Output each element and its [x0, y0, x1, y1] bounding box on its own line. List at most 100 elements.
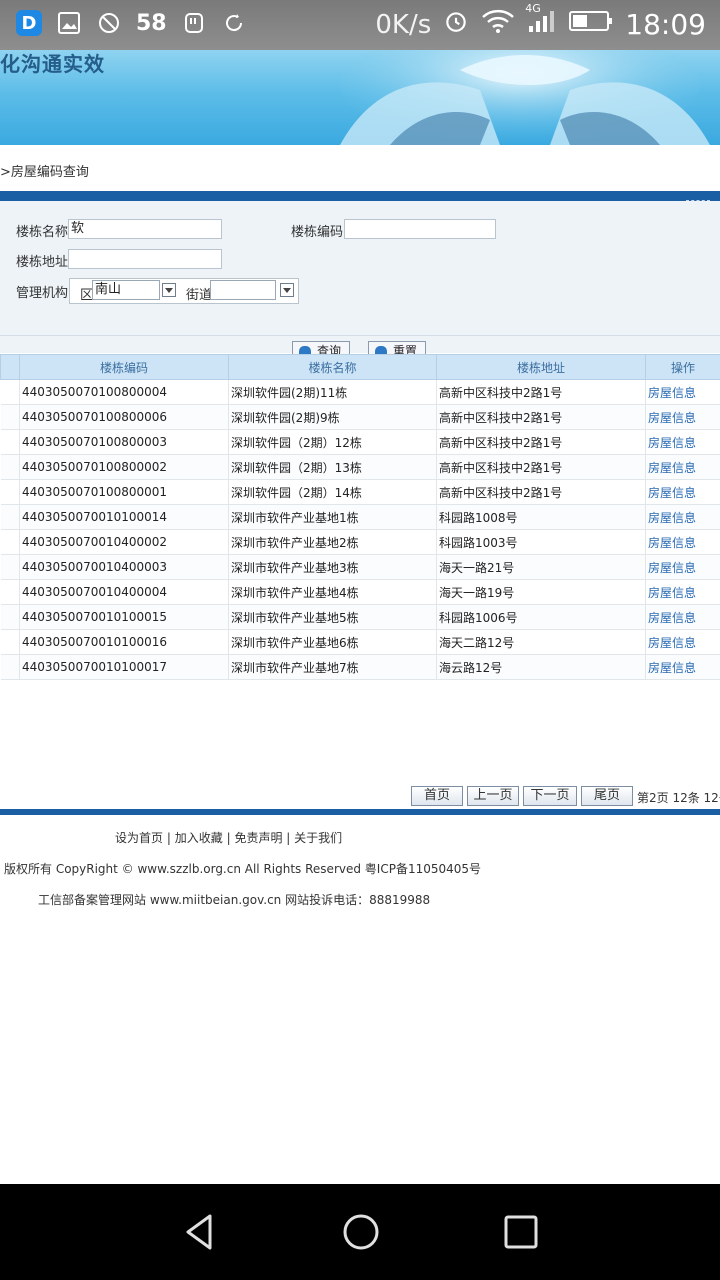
home-icon[interactable] — [337, 1208, 385, 1256]
table-row: 4403050070100800006 深圳软件园(2期)9栋 高新中区科技中2路1… — [0, 404, 720, 430]
bookmark-link[interactable]: 加入收藏 — [175, 831, 223, 845]
table-header-row: 楼栋编码 楼栋名称 楼栋地址 操作 — [0, 354, 720, 380]
icp-text: 工信部备案管理网站 www.miitbeian.gov.cn 网站投诉电话：88… — [38, 893, 431, 907]
results-table: 楼栋编码 楼栋名称 楼栋地址 操作 4403050070100800004 深圳软… — [0, 354, 720, 680]
building-name: 深圳市软件产业基地7栋 — [228, 654, 437, 680]
footer-separator: | — [226, 831, 231, 845]
building-name: 深圳市软件产业基地1栋 — [228, 504, 437, 530]
row-marker — [0, 404, 20, 430]
building-code: 4403050070010100016 — [19, 629, 229, 655]
building-address: 高新中区科技中2路1号 — [436, 454, 646, 480]
district-dropdown-icon[interactable] — [162, 283, 176, 297]
building-code-input[interactable] — [344, 219, 496, 239]
disclaimer-link[interactable]: 免责声明 — [234, 831, 282, 845]
house-info-link[interactable]: 房屋信息 — [645, 529, 720, 555]
building-name: 深圳市软件产业基地5栋 — [228, 604, 437, 630]
prev-page-button[interactable]: 上一页 — [467, 786, 519, 806]
about-link[interactable]: 关于我们 — [294, 831, 342, 845]
footer-separator: | — [286, 831, 291, 845]
battery-icon — [569, 9, 613, 40]
footer-links: 设为首页 | 加入收藏 | 免责声明 | 关于我们 — [115, 829, 342, 846]
house-info-link[interactable]: 房屋信息 — [645, 654, 720, 680]
building-code: 4403050070010100015 — [19, 604, 229, 630]
table-row: 4403050070100800001 深圳软件园（2期）14栋 高新中区科技中2路… — [0, 479, 720, 505]
row-marker — [0, 454, 20, 480]
row-marker — [0, 429, 20, 455]
banner-title: 化沟通实效 — [0, 52, 105, 76]
row-marker — [0, 629, 20, 655]
building-code: 4403050070100800002 — [19, 454, 229, 480]
hand-icon — [181, 10, 207, 36]
set-home-link[interactable]: 设为首页 — [115, 831, 163, 845]
building-address: 科园路1003号 — [436, 529, 646, 555]
page-info: 第2页 12条 12条 — [637, 791, 720, 805]
building-address: 高新中区科技中2路1号 — [436, 379, 646, 405]
building-name: 深圳软件园(2期)9栋 — [228, 404, 437, 430]
table-row: 4403050070100800002 深圳软件园（2期）13栋 高新中区科技中2路… — [0, 454, 720, 480]
gallery-icon — [56, 10, 82, 36]
status-bar: D 58 0K/s 4G 18:09 — [0, 0, 720, 50]
header-divider — [0, 191, 720, 201]
table-row: 4403050070100800004 深圳软件园(2期)11栋 高新中区科技中2路… — [0, 379, 720, 405]
building-name: 深圳市软件产业基地4栋 — [228, 579, 437, 605]
house-info-link[interactable]: 房屋信息 — [645, 404, 720, 430]
building-address: 海天一路19号 — [436, 579, 646, 605]
last-page-button[interactable]: 尾页 — [581, 786, 633, 806]
building-code: 4403050070010100014 — [19, 504, 229, 530]
building-address: 高新中区科技中2路1号 — [436, 404, 646, 430]
house-info-link[interactable]: 房屋信息 — [645, 629, 720, 655]
notification-count: 58 — [136, 10, 167, 36]
house-info-link[interactable]: 房屋信息 — [645, 579, 720, 605]
house-info-link[interactable]: 房屋信息 — [645, 504, 720, 530]
house-info-link[interactable]: 房屋信息 — [645, 454, 720, 480]
street-dropdown-icon[interactable] — [280, 283, 294, 297]
table-row: 4403050070010100015 深圳市软件产业基地5栋 科园路1006号 房屋… — [0, 604, 720, 630]
col-building-code: 楼栋编码 — [19, 354, 229, 380]
building-name-input[interactable]: 软 — [68, 219, 222, 239]
building-address: 科园路1006号 — [436, 604, 646, 630]
building-name: 深圳软件园（2期）13栋 — [228, 454, 437, 480]
row-marker — [0, 479, 20, 505]
table-row: 4403050070100800003 深圳软件园（2期）12栋 高新中区科技中2路… — [0, 429, 720, 455]
row-marker — [0, 504, 20, 530]
col-action: 操作 — [645, 354, 720, 380]
col-checkbox — [0, 354, 20, 380]
building-code: 4403050070100800001 — [19, 479, 229, 505]
street-select[interactable] — [210, 280, 276, 300]
alarm-icon — [443, 8, 469, 41]
app-d-icon: D — [16, 10, 42, 36]
table-row: 4403050070010400003 深圳市软件产业基地3栋 海天一路21号 房屋信… — [0, 554, 720, 580]
wifi-icon — [481, 8, 515, 41]
row-marker — [0, 529, 20, 555]
building-name: 深圳市软件产业基地2栋 — [228, 529, 437, 555]
org-label: 管理机构 — [16, 286, 69, 301]
copyright-text: 版权所有 CopyRight © www.szzlb.org.cn All Ri… — [4, 862, 482, 876]
table-row: 4403050070010400002 深圳市软件产业基地2栋 科园路1003号 房屋… — [0, 529, 720, 555]
back-icon[interactable] — [176, 1208, 224, 1256]
table-row: 4403050070010100014 深圳市软件产业基地1栋 科园路1008号 房屋… — [0, 504, 720, 530]
house-info-link[interactable]: 房屋信息 — [645, 429, 720, 455]
col-building-name: 楼栋名称 — [228, 354, 437, 380]
building-address: 海天一路21号 — [436, 554, 646, 580]
banner-hands-water-image — [340, 50, 710, 145]
table-row: 4403050070010100017 深圳市软件产业基地7栋 海云路12号 房屋信息 — [0, 654, 720, 680]
row-marker — [0, 604, 20, 630]
clock: 18:09 — [625, 8, 706, 41]
net-speed: 0K/s — [375, 9, 432, 40]
building-address-input[interactable] — [68, 249, 222, 269]
building-address-label: 楼栋地址 — [16, 255, 69, 270]
house-info-link[interactable]: 房屋信息 — [645, 379, 720, 405]
house-info-link[interactable]: 房屋信息 — [645, 604, 720, 630]
building-name: 深圳市软件产业基地3栋 — [228, 554, 437, 580]
row-marker — [0, 554, 20, 580]
building-address: 海天二路12号 — [436, 629, 646, 655]
next-page-button[interactable]: 下一页 — [523, 786, 577, 806]
first-page-button[interactable]: 首页 — [411, 786, 463, 806]
building-address: 高新中区科技中2路1号 — [436, 479, 646, 505]
house-info-link[interactable]: 房屋信息 — [645, 479, 720, 505]
house-info-link[interactable]: 房屋信息 — [645, 554, 720, 580]
footer-divider — [0, 809, 720, 815]
row-marker — [0, 579, 20, 605]
recents-icon[interactable] — [497, 1208, 545, 1256]
district-select[interactable]: 南山 — [92, 280, 160, 300]
